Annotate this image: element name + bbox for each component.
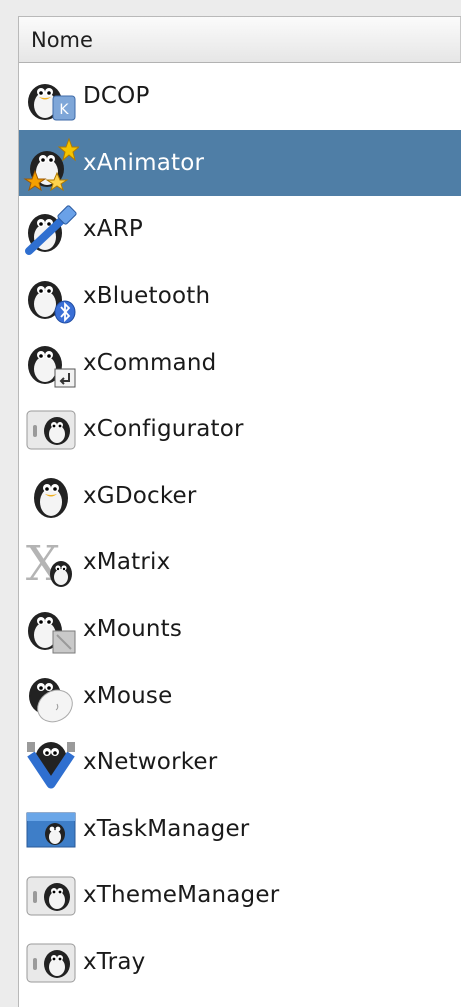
tux-configurator-icon (19, 397, 83, 461)
list-item-label: xTaskManager (83, 815, 250, 842)
tux-terminal-command-icon (19, 331, 83, 395)
list-item-xnetworker[interactable]: xNetworker (19, 729, 461, 796)
list-item-xmatrix[interactable]: X xMatrix (19, 529, 461, 596)
tux-mounts-disk-icon (19, 597, 83, 661)
application-list: K DCOP xAnimator xARP xBluetooth xComman… (19, 63, 461, 995)
list-item-dcop[interactable]: K DCOP (19, 63, 461, 130)
tux-theme-manager-icon (19, 863, 83, 927)
list-item-xmounts[interactable]: xMounts (19, 596, 461, 663)
list-item-xmouse[interactable]: xMouse (19, 662, 461, 729)
column-header-label: Nome (31, 27, 93, 52)
list-item-label: xMatrix (83, 549, 171, 576)
list-item-xanimator[interactable]: xAnimator (19, 129, 461, 197)
tux-dcop-icon: K (19, 64, 83, 128)
tux-bluetooth-icon (19, 264, 83, 328)
tux-network-cable-icon (19, 197, 83, 261)
tux-task-manager-icon (19, 797, 83, 861)
list-item-xcommand[interactable]: xCommand (19, 329, 461, 396)
application-list-panel: Nome K DCOP xAnimator xARP xBluetooth xC… (18, 16, 461, 1007)
list-item-label: xMounts (83, 616, 183, 643)
list-item-label: xARP (83, 216, 143, 243)
list-item-label: xTray (83, 949, 146, 976)
list-item-label: xMouse (83, 682, 173, 709)
list-item-label: xConfigurator (83, 416, 244, 443)
tux-animator-stars-icon (19, 131, 83, 195)
list-item-label: xThemeManager (83, 882, 280, 909)
list-item-label: DCOP (83, 83, 150, 110)
list-item-label: xGDocker (83, 482, 197, 509)
tux-networker-icon (19, 730, 83, 794)
list-item-xarp[interactable]: xARP (19, 196, 461, 263)
list-item-label: xBluetooth (83, 283, 211, 310)
list-item-xthememanager[interactable]: xThemeManager (19, 862, 461, 929)
list-item-xbluetooth[interactable]: xBluetooth (19, 263, 461, 330)
list-item-xtray[interactable]: xTray (19, 929, 461, 996)
svg-text:K: K (59, 102, 69, 118)
x-matrix-tux-icon: X (19, 530, 83, 594)
list-item-xgdocker[interactable]: xGDocker (19, 463, 461, 530)
tux-tray-icon (19, 930, 83, 994)
list-item-label: xNetworker (83, 749, 218, 776)
tux-mouse-icon (19, 664, 83, 728)
list-item-label: xCommand (83, 349, 217, 376)
column-header-name[interactable]: Nome (19, 17, 461, 63)
tux-docker-icon (19, 464, 83, 528)
list-item-xconfigurator[interactable]: xConfigurator (19, 396, 461, 463)
list-item-label: xAnimator (83, 149, 205, 176)
list-item-xtaskmanager[interactable]: xTaskManager (19, 796, 461, 863)
